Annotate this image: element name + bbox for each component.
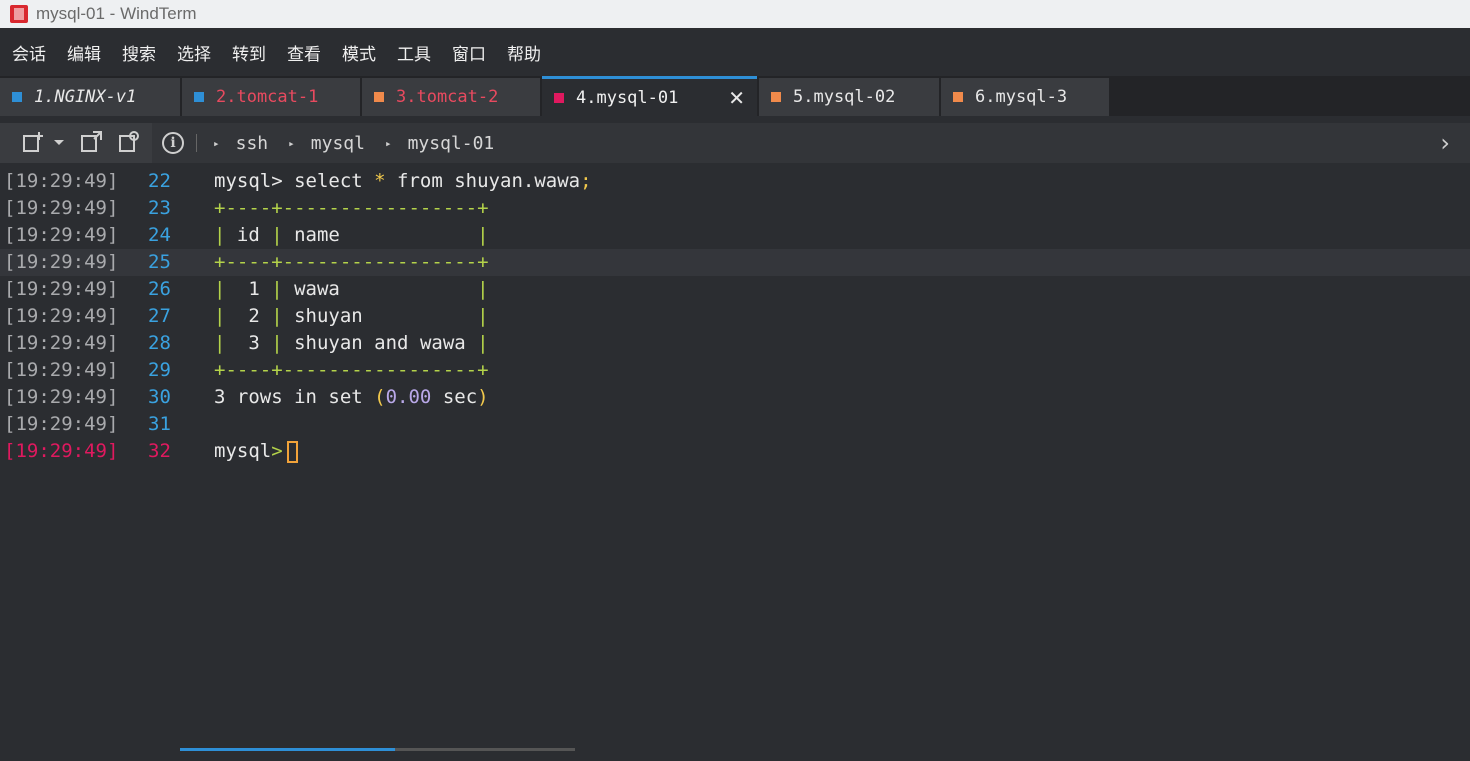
tab-2-tomcat-1[interactable]: 2.tomcat-1 xyxy=(182,78,360,116)
line-number: 29 xyxy=(148,359,171,381)
menu-item[interactable]: 窗口 xyxy=(452,40,486,65)
tab-color-marker xyxy=(12,92,22,102)
menu-item[interactable]: 选择 xyxy=(177,40,211,65)
tab-5-mysql-02[interactable]: 5.mysql-02 xyxy=(759,78,939,116)
text-cursor xyxy=(286,440,298,463)
tab-label: 2.tomcat-1 xyxy=(216,87,319,107)
terminal-line: [19:29:49] 27 | 2 | shuyan | xyxy=(0,303,1470,330)
line-text: +----+-----------------+ xyxy=(214,251,489,273)
menu-item[interactable]: 转到 xyxy=(232,40,266,65)
new-session-icon[interactable] xyxy=(22,131,44,153)
toolbar: i ▸ ssh ▸ mysql ▸ mysql-01 › xyxy=(0,123,1470,163)
tab-6-mysql-3[interactable]: 6.mysql-3 xyxy=(941,78,1109,116)
tab-4-mysql-01[interactable]: 4.mysql-01 ✕ xyxy=(542,76,757,116)
line-timestamp: [19:29:49] xyxy=(4,170,119,192)
line-timestamp: [19:29:49] xyxy=(4,224,119,246)
close-icon[interactable]: ✕ xyxy=(728,86,745,110)
tab-color-marker xyxy=(953,92,963,102)
terminal-line: [19:29:49] 22 mysql> select * from shuyan.… xyxy=(0,168,1470,195)
terminal-line: [19:29:49] 28 | 3 | shuyan and wawa | xyxy=(0,330,1470,357)
tab-color-marker xyxy=(554,92,564,103)
terminal-line: [19:29:49] 30 3 rows in set (0.00 sec) xyxy=(0,384,1470,411)
info-icon[interactable]: i xyxy=(162,132,184,154)
menu-item[interactable]: 会话 xyxy=(12,40,46,65)
breadcrumb-arrow-icon: ▸ xyxy=(213,136,220,150)
breadcrumb-item[interactable]: mysql-01 xyxy=(408,133,495,154)
title-bar: mysql-01 - WindTerm xyxy=(0,0,1470,28)
menu-item[interactable]: 编辑 xyxy=(67,40,101,65)
line-number: 24 xyxy=(148,224,171,246)
line-timestamp: [19:29:49] xyxy=(4,197,119,219)
line-text: | 3 | shuyan and wawa | xyxy=(214,332,489,354)
breadcrumb-arrow-icon: ▸ xyxy=(384,136,392,150)
line-text: +----+-----------------+ xyxy=(214,197,489,219)
menu-item[interactable]: 工具 xyxy=(397,40,431,65)
breadcrumb-item[interactable]: ssh xyxy=(236,133,269,154)
line-timestamp: [19:29:49] xyxy=(4,386,119,408)
line-timestamp: [19:29:49] xyxy=(4,440,119,462)
tab-color-marker xyxy=(771,92,781,102)
line-text: 3 rows in set (0.00 sec) xyxy=(214,386,489,408)
terminal-line: [19:29:49] 29 +----+-----------------+ xyxy=(0,357,1470,384)
line-text: mysql> select * from shuyan.wawa; xyxy=(214,170,592,192)
line-number: 25 xyxy=(148,251,171,273)
line-text: | id | name | xyxy=(214,224,489,246)
line-text: | 2 | shuyan | xyxy=(214,305,489,327)
terminal-view[interactable]: [19:29:49] 22 mysql> select * from shuyan.… xyxy=(0,163,1470,748)
breadcrumb-arrow-icon: ▸ xyxy=(288,136,295,150)
menu-item[interactable]: 帮助 xyxy=(507,40,541,65)
tab-3-tomcat-2[interactable]: 3.tomcat-2 xyxy=(362,78,540,116)
tab-color-marker xyxy=(194,92,204,102)
tab-1-nginx-v1[interactable]: 1.NGINX-v1 xyxy=(0,78,180,116)
scroll-track xyxy=(395,748,575,751)
menu-item[interactable]: 搜索 xyxy=(122,40,156,65)
terminal-line: [19:29:49] 26 | 1 | wawa | xyxy=(0,276,1470,303)
tab-label: 4.mysql-01 xyxy=(576,87,679,108)
line-timestamp: [19:29:49] xyxy=(4,359,119,381)
line-number: 32 xyxy=(148,440,171,462)
line-timestamp: [19:29:49] xyxy=(4,251,119,273)
line-text: | 1 | wawa | xyxy=(214,278,489,300)
line-number: 22 xyxy=(148,170,171,192)
tab-label: 6.mysql-3 xyxy=(975,87,1068,107)
duplicate-session-icon[interactable] xyxy=(80,131,102,153)
terminal-line: [19:29:49] 25 +----+-----------------+ xyxy=(0,249,1470,276)
tab-color-marker xyxy=(374,92,384,102)
open-session-icon[interactable] xyxy=(118,131,140,153)
terminal-line: [19:29:49] 31 xyxy=(0,411,1470,438)
line-number: 27 xyxy=(148,305,171,327)
chevron-right-icon[interactable]: › xyxy=(1440,129,1450,157)
terminal-line: [19:29:49] 23 +----+-----------------+ xyxy=(0,195,1470,222)
terminal-line: [19:29:49] 24 | id | name | xyxy=(0,222,1470,249)
line-number: 30 xyxy=(148,386,171,408)
breadcrumb-item[interactable]: mysql xyxy=(311,133,365,154)
tab-label: 1.NGINX-v1 xyxy=(34,87,137,107)
breadcrumb: i ▸ ssh ▸ mysql ▸ mysql-01 xyxy=(152,123,510,163)
tab-label: 3.tomcat-2 xyxy=(396,87,499,107)
line-timestamp: [19:29:49] xyxy=(4,413,119,435)
scroll-indicator[interactable] xyxy=(180,748,395,751)
line-timestamp: [19:29:49] xyxy=(4,278,119,300)
menu-item[interactable]: 模式 xyxy=(342,40,376,65)
line-number: 28 xyxy=(148,332,171,354)
line-timestamp: [19:29:49] xyxy=(4,305,119,327)
status-bar xyxy=(0,748,1470,761)
window-title: mysql-01 - WindTerm xyxy=(36,4,197,23)
tab-bar: 1.NGINX-v1 2.tomcat-1 3.tomcat-2 4.mysql-01… xyxy=(0,76,1470,116)
toolbar-actions xyxy=(0,123,152,163)
terminal-line: [19:29:49] 32 mysql> xyxy=(0,438,1470,465)
line-number: 31 xyxy=(148,413,171,435)
windterm-logo-icon xyxy=(10,5,28,23)
line-number: 23 xyxy=(148,197,171,219)
chevron-down-icon[interactable] xyxy=(52,131,66,153)
menu-item[interactable]: 查看 xyxy=(287,40,321,65)
tab-label: 5.mysql-02 xyxy=(793,87,896,107)
menu-bar: 会话 编辑 搜索 选择 转到 查看 模式 工具 窗口 帮助 xyxy=(0,28,1470,76)
line-text: mysql> xyxy=(214,438,298,465)
line-text: +----+-----------------+ xyxy=(214,359,489,381)
divider xyxy=(196,134,197,152)
line-number: 26 xyxy=(148,278,171,300)
line-timestamp: [19:29:49] xyxy=(4,332,119,354)
